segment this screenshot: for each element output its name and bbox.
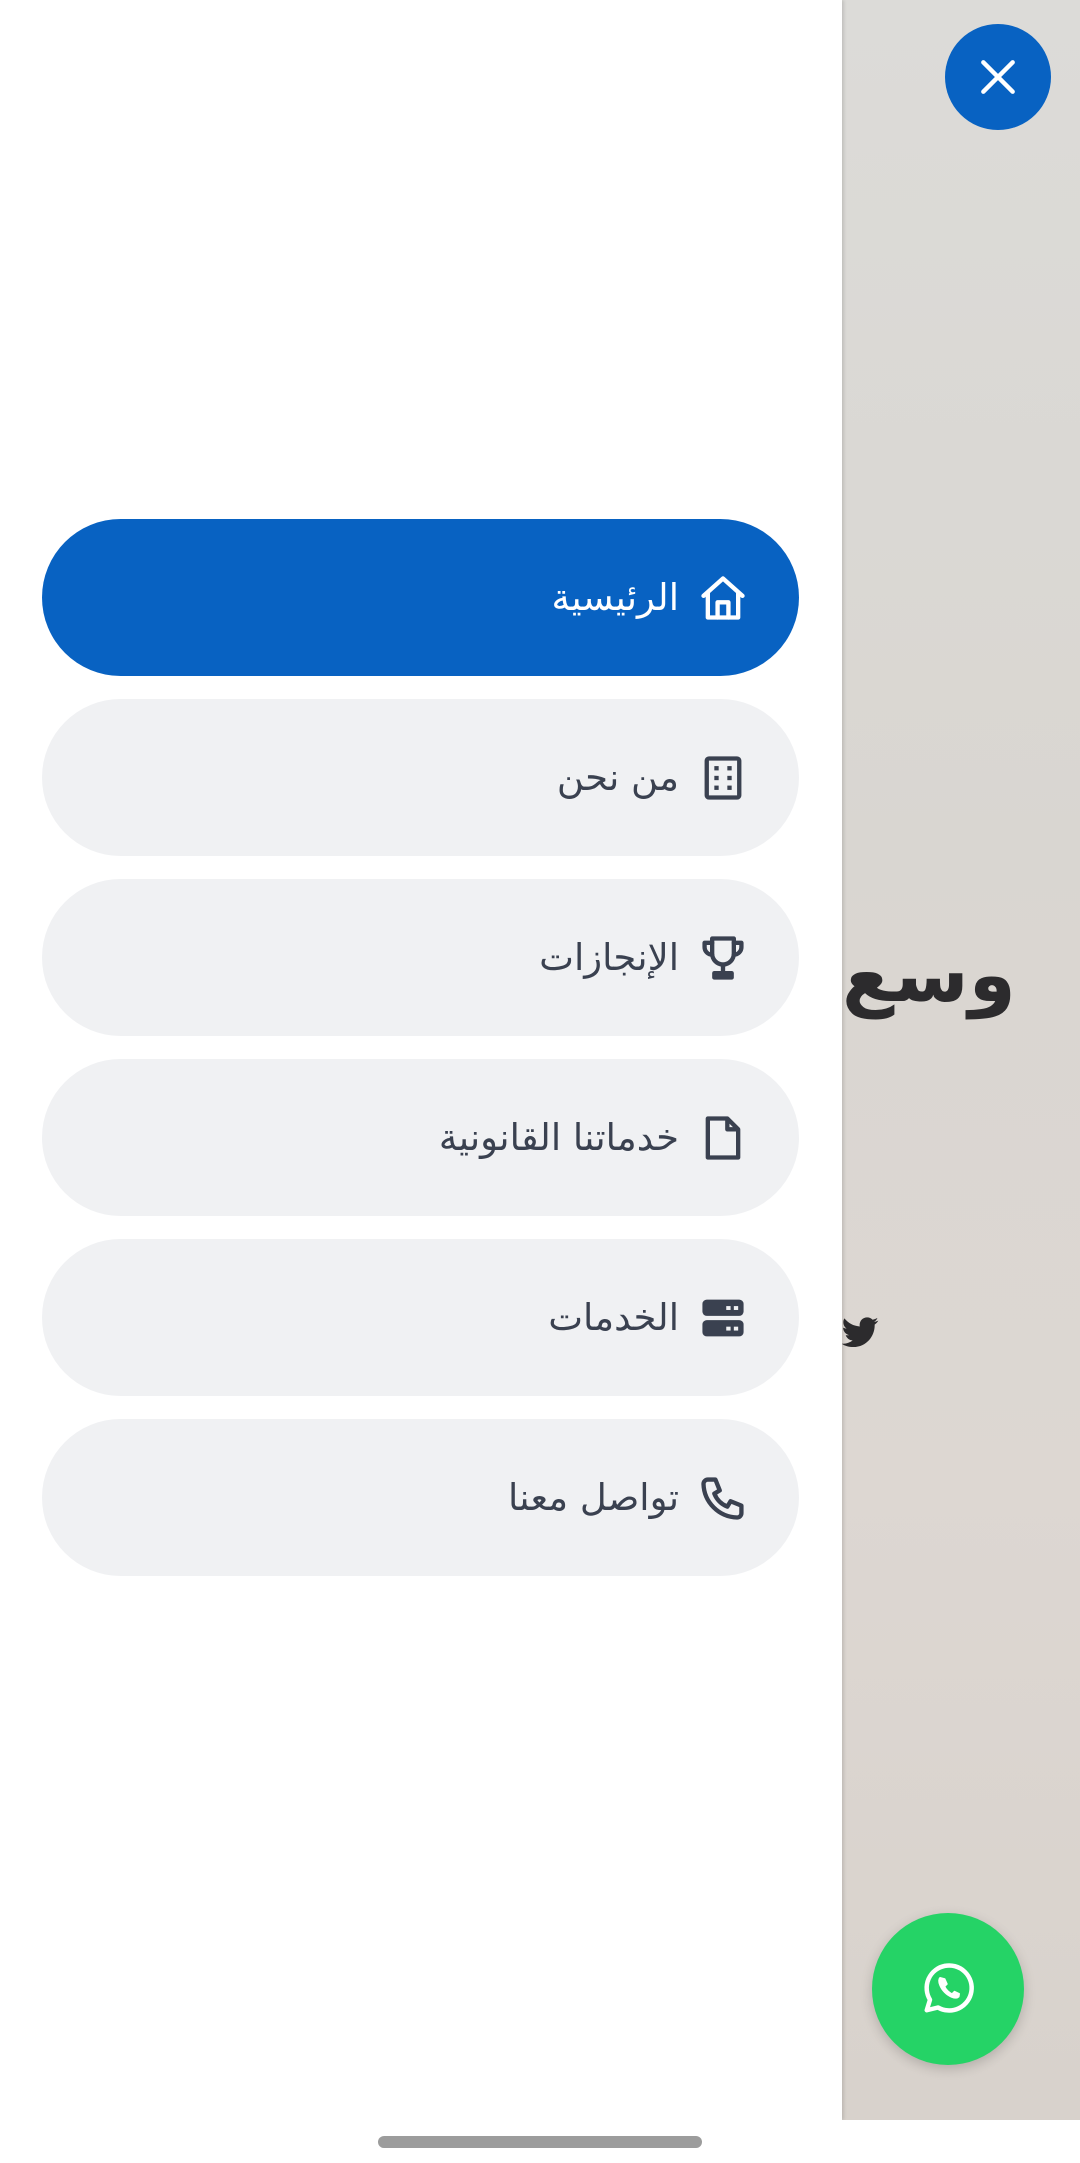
menu-item-achievements[interactable]: الإنجازات: [42, 879, 799, 1036]
menu-item-label: الإنجازات: [539, 936, 679, 979]
menu-item-label: تواصل معنا: [508, 1476, 679, 1519]
menu-item-label: الخدمات: [548, 1296, 679, 1339]
twitter-icon: [841, 1317, 879, 1348]
document-icon: [697, 1112, 749, 1164]
close-menu-button[interactable]: [945, 24, 1051, 130]
menu-item-label: من نحن: [556, 756, 679, 799]
menu-item-home[interactable]: الرئيسية: [42, 519, 799, 676]
menu-item-services[interactable]: الخدمات: [42, 1239, 799, 1396]
menu-item-legal-services[interactable]: خدماتنا القانونية: [42, 1059, 799, 1216]
server-icon: [697, 1292, 749, 1344]
home-indicator[interactable]: [378, 2136, 702, 2148]
phone-icon: [697, 1472, 749, 1524]
whatsapp-button[interactable]: [872, 1913, 1024, 2065]
menu-item-label: الرئيسية: [551, 576, 679, 619]
trophy-icon: [697, 932, 749, 984]
menu-item-label: خدماتنا القانونية: [438, 1116, 679, 1159]
whatsapp-icon: [924, 1963, 974, 2013]
background-heading: وسع: [842, 930, 1016, 1019]
home-icon: [697, 572, 749, 624]
drawer-menu: الرئيسية من نحن الإنجازات خدماتنا القانو…: [42, 519, 799, 1599]
building-icon: [697, 752, 749, 804]
menu-item-contact[interactable]: تواصل معنا: [42, 1419, 799, 1576]
close-icon: [981, 60, 1015, 94]
menu-item-about[interactable]: من نحن: [42, 699, 799, 856]
navigation-drawer: الرئيسية من نحن الإنجازات خدماتنا القانو…: [0, 0, 842, 2120]
